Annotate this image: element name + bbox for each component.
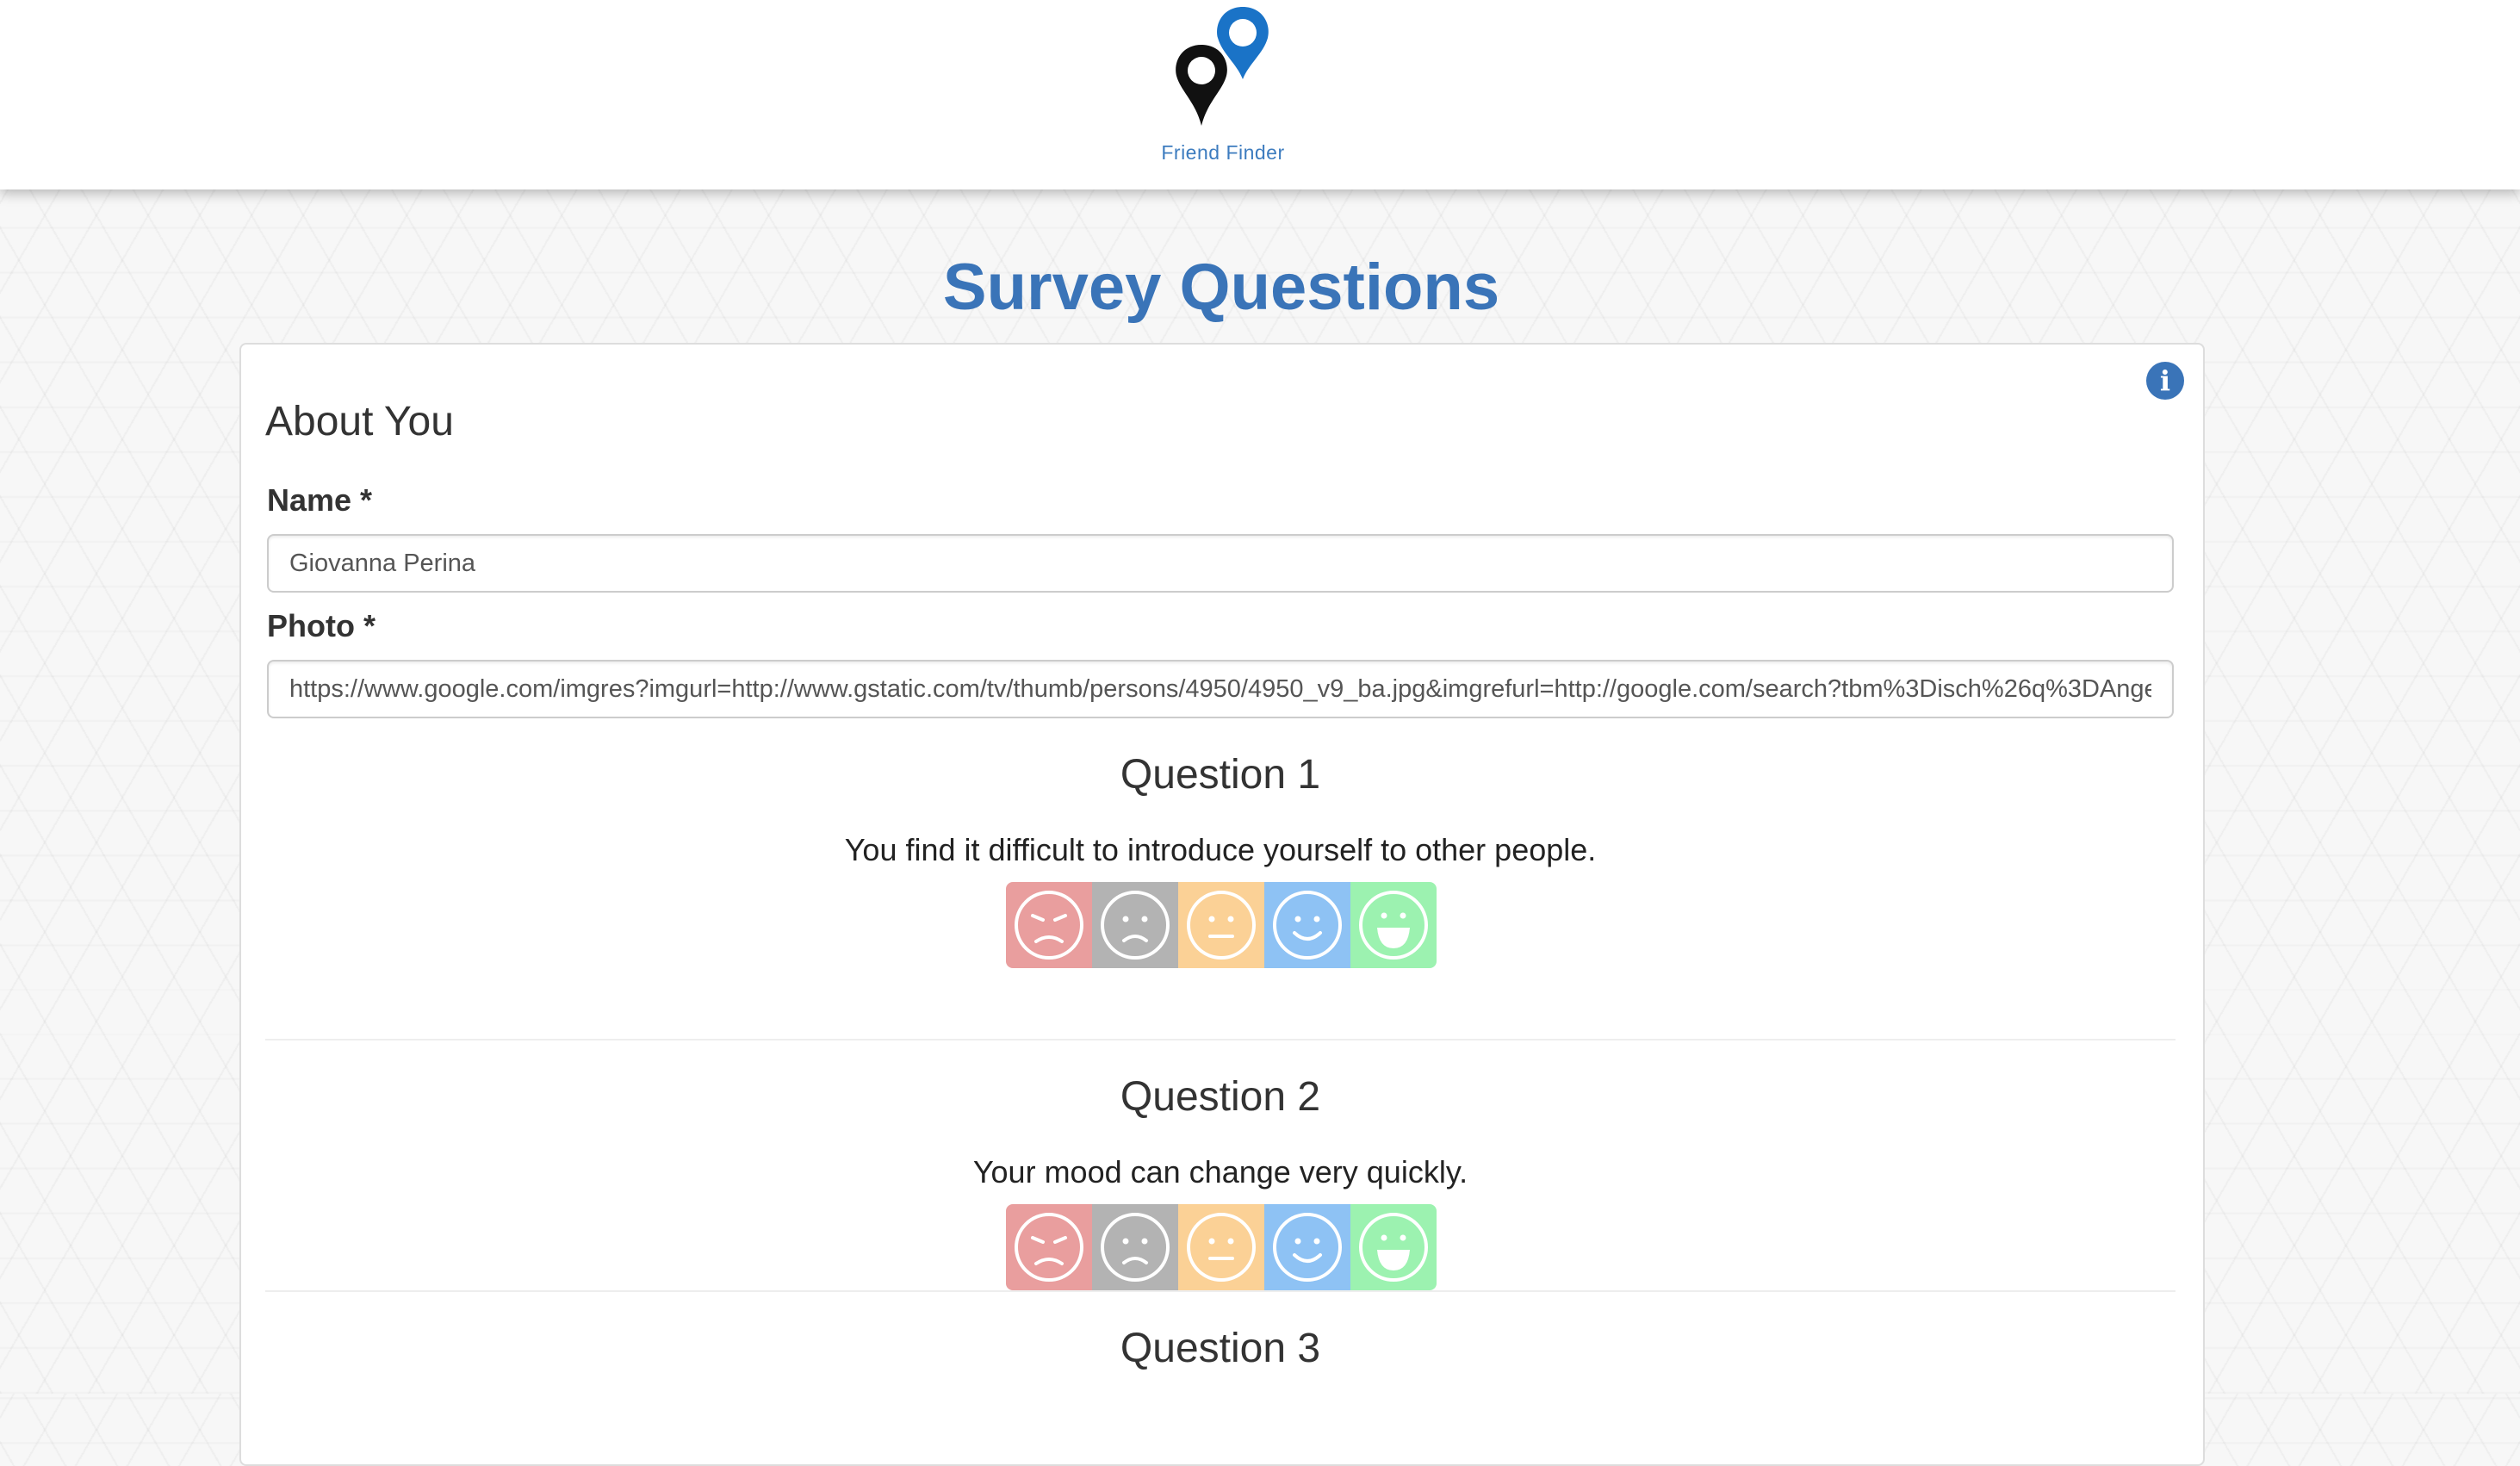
question-divider: [265, 1039, 2176, 1040]
name-input[interactable]: [267, 534, 2174, 593]
friend-finder-logo[interactable]: [1154, 0, 1292, 138]
question-3-title: Question 3: [1120, 1326, 1321, 1371]
rating-laugh-option[interactable]: [1350, 882, 1437, 968]
rating-neutral-option[interactable]: [1178, 882, 1264, 968]
sad-face-icon: [1101, 1213, 1170, 1282]
site-header: Friend Finder: [0, 0, 2520, 189]
neutral-face-icon: [1187, 1213, 1256, 1282]
angry-face-icon: [1015, 891, 1083, 960]
location-pins-logo-icon: [1176, 7, 1269, 126]
rating-laugh-option[interactable]: [1350, 1204, 1437, 1290]
rating-smile-option[interactable]: [1264, 882, 1350, 968]
rating-neutral-option[interactable]: [1178, 1204, 1264, 1290]
photo-label: Photo *: [267, 608, 376, 643]
neutral-face-icon: [1187, 891, 1256, 960]
question-2-title: Question 2: [1120, 1074, 1321, 1120]
rating-smile-option[interactable]: [1264, 1204, 1350, 1290]
sad-face-icon: [1101, 891, 1170, 960]
photo-url-input[interactable]: [267, 660, 2174, 718]
info-icon[interactable]: i: [2146, 362, 2184, 400]
question-1-text: You find it difficult to introduce yours…: [844, 832, 1597, 867]
laugh-face-icon: [1359, 1213, 1428, 1282]
question-1-rating: [1006, 882, 1437, 968]
name-label: Name *: [267, 482, 373, 518]
laugh-face-icon: [1359, 891, 1428, 960]
question-2-rating: [1006, 1204, 1437, 1290]
smile-face-icon: [1273, 891, 1342, 960]
rating-sad-option[interactable]: [1092, 1204, 1178, 1290]
brand-name: Friend Finder: [1161, 141, 1285, 164]
rating-angry-option[interactable]: [1006, 882, 1092, 968]
angry-face-icon: [1015, 1213, 1083, 1282]
rating-sad-option[interactable]: [1092, 882, 1178, 968]
question-divider: [265, 1290, 2176, 1292]
rating-angry-option[interactable]: [1006, 1204, 1092, 1290]
question-1-title: Question 1: [1120, 752, 1321, 798]
page-title: Survey Questions: [942, 251, 1500, 324]
smile-face-icon: [1273, 1213, 1342, 1282]
question-2-text: Your mood can change very quickly.: [972, 1154, 1468, 1190]
about-you-heading: About You: [265, 399, 454, 444]
